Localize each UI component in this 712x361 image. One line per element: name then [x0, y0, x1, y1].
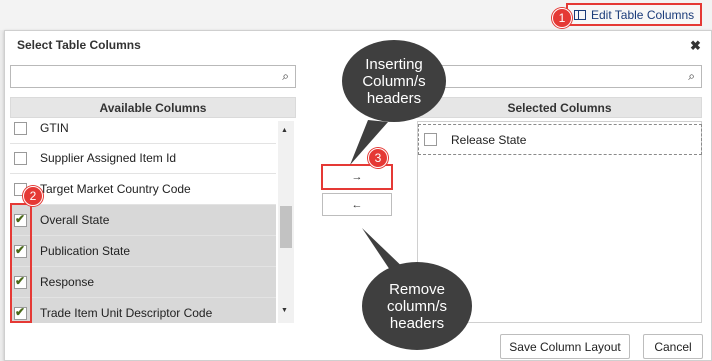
- save-column-layout-button[interactable]: Save Column Layout: [500, 334, 630, 359]
- available-columns-header: Available Columns: [10, 97, 296, 118]
- list-item-label: GTIN: [40, 121, 69, 135]
- list-item[interactable]: GTIN: [10, 121, 276, 144]
- list-item-label: Overall State: [40, 213, 110, 227]
- step-badge-3: 3: [368, 148, 388, 168]
- scrollbar-thumb[interactable]: [280, 206, 292, 248]
- insert-callout: Inserting Column/s headers: [342, 40, 446, 122]
- list-item[interactable]: Release State: [418, 124, 702, 155]
- remove-callout: Remove column/s headers: [362, 262, 472, 350]
- list-item[interactable]: Publication State: [10, 236, 276, 267]
- dialog-title: Select Table Columns: [17, 38, 141, 52]
- list-item[interactable]: Target Market Country Code: [10, 174, 276, 205]
- list-item-label: Release State: [451, 132, 527, 147]
- list-item[interactable]: Supplier Assigned Item Id: [10, 143, 276, 174]
- checkbox[interactable]: [14, 151, 27, 165]
- scroll-up-icon[interactable]: ▲: [281, 127, 288, 134]
- available-search-field[interactable]: ⌕: [10, 65, 296, 88]
- edit-table-columns-button[interactable]: Edit Table Columns: [566, 3, 702, 26]
- close-icon[interactable]: ✖: [690, 38, 701, 54]
- search-icon[interactable]: ⌕: [688, 69, 695, 84]
- list-item[interactable]: Trade Item Unit Descriptor Code: [10, 298, 276, 323]
- list-item[interactable]: Overall State: [10, 205, 276, 236]
- available-search-input[interactable]: [15, 67, 275, 88]
- search-icon[interactable]: ⌕: [282, 69, 289, 84]
- checkbox-highlight-frame: [10, 203, 32, 323]
- list-item-label: Supplier Assigned Item Id: [40, 151, 177, 165]
- step-badge-1: 1: [552, 8, 572, 28]
- list-item-label: Response: [40, 275, 95, 289]
- list-item-label: Target Market Country Code: [40, 182, 191, 196]
- list-item[interactable]: Response: [10, 267, 276, 298]
- list-item-label: Publication State: [40, 244, 131, 258]
- list-item-label: Trade Item Unit Descriptor Code: [40, 306, 213, 320]
- step-badge-2: 2: [23, 186, 43, 206]
- table-columns-icon: [574, 9, 586, 20]
- available-columns-list: GTIN Supplier Assigned Item Id Target Ma…: [10, 121, 296, 323]
- edit-table-columns-label: Edit Table Columns: [591, 7, 695, 22]
- checkbox[interactable]: [14, 121, 27, 135]
- selected-search-input[interactable]: [422, 67, 681, 88]
- scroll-down-icon[interactable]: ▼: [281, 307, 288, 314]
- cancel-button[interactable]: Cancel: [643, 334, 703, 359]
